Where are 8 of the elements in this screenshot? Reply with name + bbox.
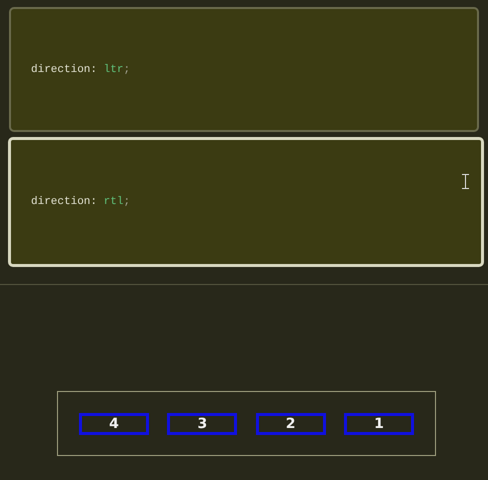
flex-item: 3 [167, 412, 238, 434]
code-editor[interactable]: direction: rtl; [8, 137, 484, 267]
flex-item: 1 [344, 412, 414, 434]
flex-item: 2 [256, 412, 326, 434]
flex-item: 4 [79, 412, 149, 434]
code-line: direction: ltr; [31, 64, 130, 76]
code-line: direction: rtl; [31, 196, 130, 208]
code-editor[interactable]: direction: ltr; [9, 7, 479, 132]
